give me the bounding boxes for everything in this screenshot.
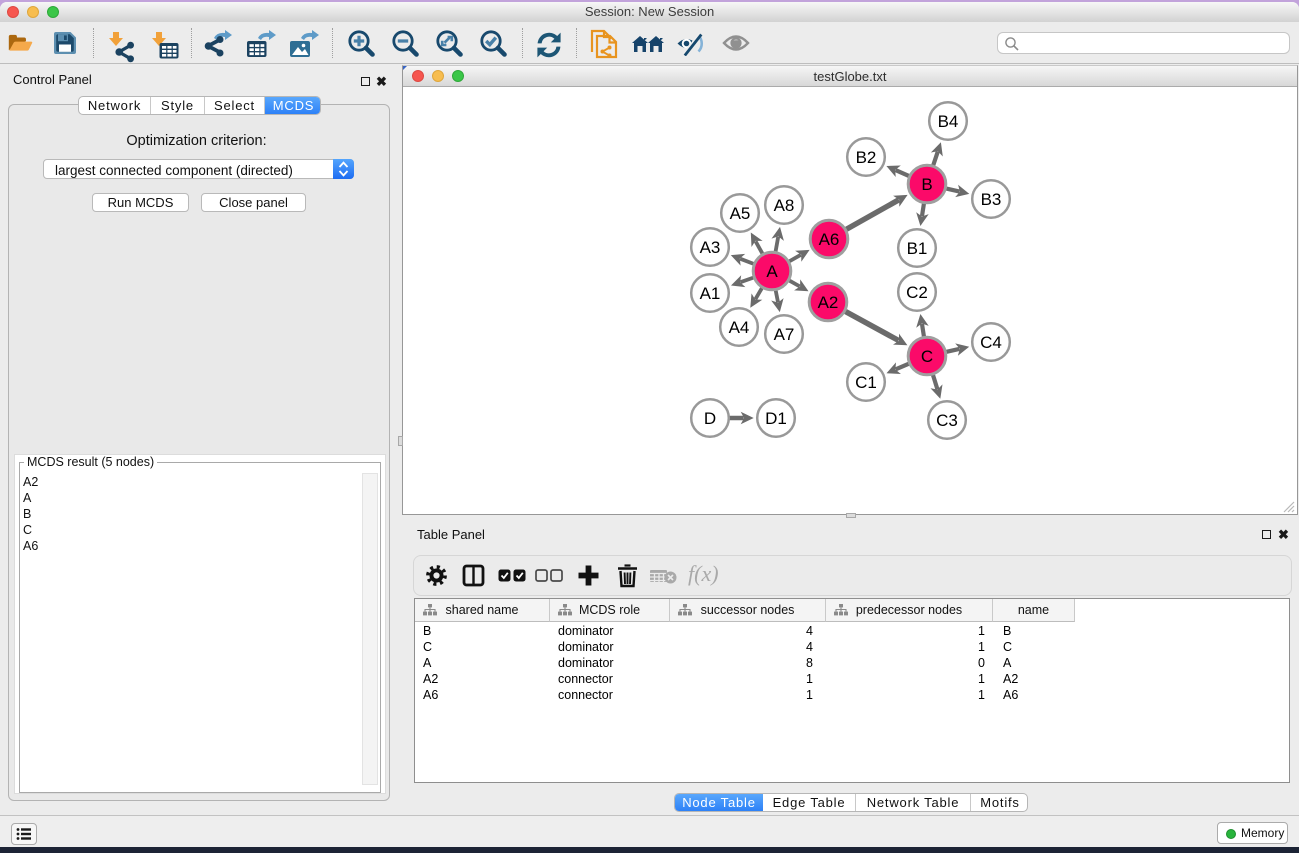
svg-text:A1: A1 <box>700 284 721 303</box>
svg-text:B2: B2 <box>856 148 877 167</box>
svg-text:D: D <box>704 409 716 428</box>
svg-text:B: B <box>921 175 932 194</box>
svg-text:A: A <box>766 262 778 281</box>
svg-text:B3: B3 <box>981 190 1002 209</box>
svg-text:D1: D1 <box>765 409 787 428</box>
svg-text:A8: A8 <box>774 196 795 215</box>
svg-text:C3: C3 <box>936 411 958 430</box>
svg-text:A6: A6 <box>819 230 840 249</box>
svg-text:B1: B1 <box>907 239 928 258</box>
svg-text:A5: A5 <box>730 204 751 223</box>
svg-text:B4: B4 <box>938 112 959 131</box>
svg-text:A2: A2 <box>818 293 839 312</box>
svg-text:A7: A7 <box>774 325 795 344</box>
svg-text:C2: C2 <box>906 283 928 302</box>
svg-text:C4: C4 <box>980 333 1002 352</box>
svg-text:C: C <box>921 347 933 366</box>
svg-text:A4: A4 <box>729 318 750 337</box>
svg-text:A3: A3 <box>700 238 721 257</box>
svg-text:C1: C1 <box>855 373 877 392</box>
